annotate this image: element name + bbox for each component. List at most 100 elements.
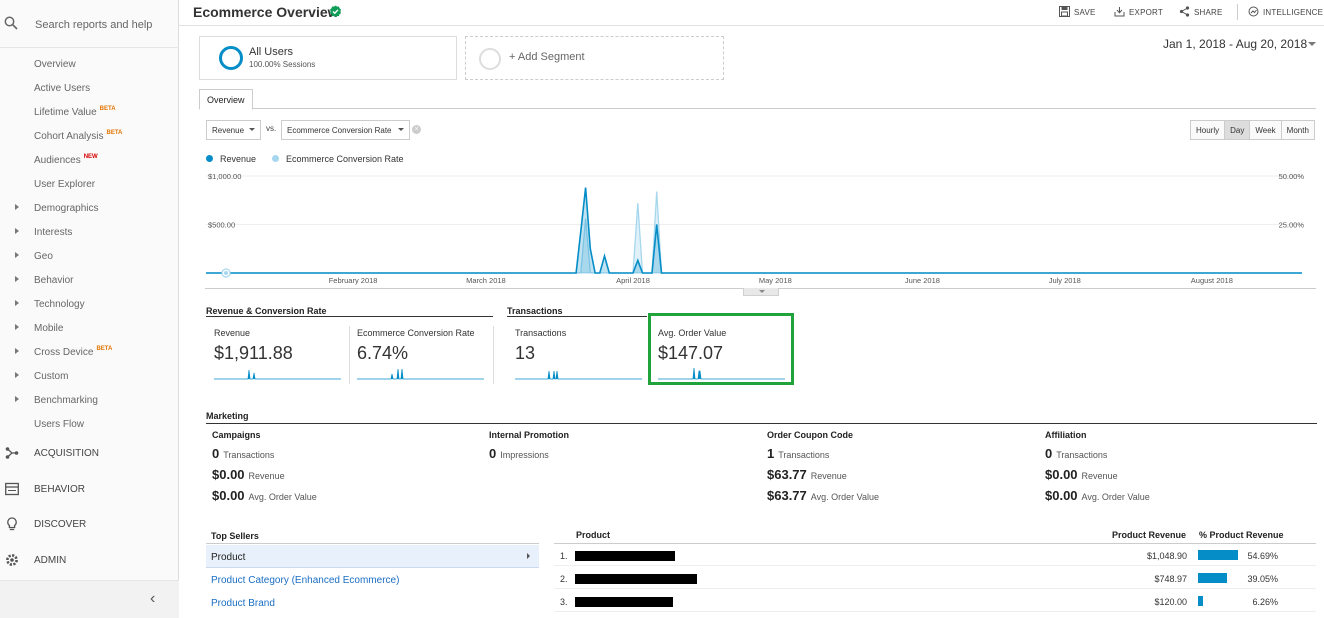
sidebar-item-interests[interactable]: Interests <box>0 223 179 243</box>
sidebar-item-cross-device[interactable]: Cross Device BETA <box>0 343 179 363</box>
sidebar-item-audiences[interactable]: Audiences NEW <box>0 151 179 171</box>
marketing-metric-label: Transactions <box>223 450 275 460</box>
top-sellers-item-2[interactable]: Product Brand <box>206 591 539 614</box>
marketing-metric[interactable]: 0 Transactions <box>1045 446 1107 461</box>
save-button[interactable]: SAVE <box>1059 6 1096 17</box>
sidebar-item-label: Technology <box>34 299 85 310</box>
main-nav-discover[interactable]: DISCOVER <box>0 509 179 541</box>
revenue-column-header[interactable]: Product Revenue <box>1112 530 1186 540</box>
search-reports[interactable]: Search reports and help <box>0 0 179 48</box>
add-segment-button[interactable]: + Add Segment <box>465 36 724 80</box>
top-sellers-title: Top Sellers <box>211 531 259 541</box>
product-column-header[interactable]: Product <box>576 530 610 540</box>
marketing-metric[interactable]: $0.00 Revenue <box>1045 467 1118 482</box>
row-pct-revenue: 6.26% <box>1252 597 1278 607</box>
redacted-product-name <box>575 597 673 607</box>
metric-select-compare[interactable]: Ecommerce Conversion Rate <box>281 120 410 140</box>
legend-revenue[interactable]: Revenue <box>206 154 256 164</box>
main-nav-behavior[interactable]: BEHAVIOR <box>0 474 179 506</box>
revenue-conversion-chart[interactable]: $500.00 $1,000.00 25.00% 50.00% February 201… <box>204 165 1308 290</box>
chart-collapse-handle[interactable] <box>743 288 779 296</box>
save-label: SAVE <box>1074 8 1096 17</box>
legend-conversion[interactable]: Ecommerce Conversion Rate <box>272 154 404 164</box>
table-row[interactable]: 1. $1,048.90 54.69% <box>554 544 1316 566</box>
sidebar-item-geo[interactable]: Geo <box>0 247 179 267</box>
time-button-week[interactable]: Week <box>1250 121 1282 139</box>
expand-arrow-icon <box>15 252 19 258</box>
sidebar-item-label: Active Users <box>34 83 90 94</box>
sidebar-item-badge: NEW <box>83 154 98 160</box>
top-sellers-item-1[interactable]: Product Category (Enhanced Ecommerce) <box>206 568 539 591</box>
pct-revenue-column-header[interactable]: % Product Revenue <box>1199 530 1284 540</box>
sidebar-item-label: Benchmarking <box>34 395 98 406</box>
sidebar-item-user-explorer[interactable]: User Explorer <box>0 175 179 195</box>
verified-check-icon <box>330 5 341 18</box>
main-nav-admin[interactable]: ADMIN <box>0 545 179 577</box>
table-row[interactable]: 3. $120.00 6.26% <box>554 590 1316 612</box>
sidebar-item-text: Technology <box>34 299 85 310</box>
chevron-right-icon <box>527 553 530 559</box>
clear-compare-icon[interactable]: × <box>412 125 421 134</box>
search-label: Search reports and help <box>35 19 153 31</box>
revenue-section-rule <box>206 316 493 317</box>
expand-arrow-icon <box>15 324 19 330</box>
marketing-metric[interactable]: $0.00 Revenue <box>212 467 285 482</box>
export-button[interactable]: EXPORT <box>1114 6 1163 17</box>
time-button-hourly[interactable]: Hourly <box>1191 121 1226 139</box>
time-button-month[interactable]: Month <box>1281 121 1314 139</box>
metric-conversion-rate[interactable]: Ecommerce Conversion Rate 6.74% <box>357 323 492 383</box>
main-nav-acquisition[interactable]: ACQUISITION <box>0 438 179 470</box>
marketing-metric-value: 0 <box>489 446 497 461</box>
discover-icon <box>5 517 19 531</box>
sidebar-item-technology[interactable]: Technology <box>0 295 179 315</box>
marketing-metric[interactable]: 1 Transactions <box>767 446 829 461</box>
sidebar-item-custom[interactable]: Custom <box>0 367 179 387</box>
table-row[interactable]: 2. $748.97 39.05% <box>554 567 1316 589</box>
metric-select-primary[interactable]: Revenue <box>206 120 261 140</box>
transactions-section-rule <box>507 316 647 317</box>
top-sellers-item-0[interactable]: Product <box>206 545 539 568</box>
redacted-product-name <box>575 574 697 584</box>
sidebar-item-lifetime-value[interactable]: Lifetime Value BETA <box>0 103 179 123</box>
sidebar-item-demographics[interactable]: Demographics <box>0 199 179 219</box>
marketing-metric[interactable]: $0.00 Avg. Order Value <box>1045 488 1150 503</box>
collapse-sidebar-icon[interactable]: ‹ <box>150 590 155 608</box>
marketing-metric[interactable]: 0 Transactions <box>212 446 274 461</box>
marketing-metric-label: Revenue <box>810 471 847 481</box>
sidebar-item-overview[interactable]: Overview <box>0 55 179 75</box>
legend-conversion-label: Ecommerce Conversion Rate <box>286 154 404 164</box>
sidebar-item-benchmarking[interactable]: Benchmarking <box>0 391 179 411</box>
sidebar-item-users-flow[interactable]: Users Flow <box>0 415 179 435</box>
behavior-icon <box>5 482 19 496</box>
tab-overview[interactable]: Overview <box>199 89 253 110</box>
sidebar-item-text: Benchmarking <box>34 395 98 406</box>
top-sellers-rule <box>206 543 539 544</box>
row-pct-revenue: 54.69% <box>1247 551 1278 561</box>
sidebar-item-cohort-analysis[interactable]: Cohort Analysis BETA <box>0 127 179 147</box>
marketing-metric[interactable]: 0 Impressions <box>489 446 549 461</box>
marketing-metric-label: Avg. Order Value <box>810 492 879 502</box>
y-right-tick-label: 25.00% <box>1279 221 1305 230</box>
sidebar-item-mobile[interactable]: Mobile <box>0 319 179 339</box>
marketing-metric-label: Avg. Order Value <box>248 492 317 502</box>
sidebar: Search reports and help Overview Active U… <box>0 0 179 618</box>
sidebar-item-active-users[interactable]: Active Users <box>0 79 179 99</box>
date-range-picker[interactable]: Jan 1, 2018 - Aug 20, 2018 <box>1163 37 1307 51</box>
time-button-day[interactable]: Day <box>1225 121 1251 139</box>
intelligence-button[interactable]: INTELLIGENCE <box>1248 6 1323 17</box>
row-pct-revenue: 39.05% <box>1247 574 1278 584</box>
metric-transactions[interactable]: Transactions 13 <box>515 323 650 383</box>
date-range-caret-icon[interactable] <box>1308 42 1316 46</box>
marketing-metric-label: Impressions <box>500 450 549 460</box>
metric-revenue[interactable]: Revenue $1,911.88 <box>214 323 349 383</box>
top-sellers-item-label: Product Category (Enhanced Ecommerce) <box>211 575 400 586</box>
marketing-metric[interactable]: $63.77 Revenue <box>767 467 847 482</box>
share-button[interactable]: SHARE <box>1179 6 1223 17</box>
segment-all-users[interactable]: All Users 100.00% Sessions <box>199 36 457 80</box>
marketing-metric[interactable]: $0.00 Avg. Order Value <box>212 488 317 503</box>
marketing-metric[interactable]: $63.77 Avg. Order Value <box>767 488 879 503</box>
row-share-bar <box>1198 596 1203 606</box>
marketing-metric-value: 1 <box>767 446 775 461</box>
sidebar-item-behavior[interactable]: Behavior <box>0 271 179 291</box>
dropdown-caret-icon <box>398 128 404 131</box>
